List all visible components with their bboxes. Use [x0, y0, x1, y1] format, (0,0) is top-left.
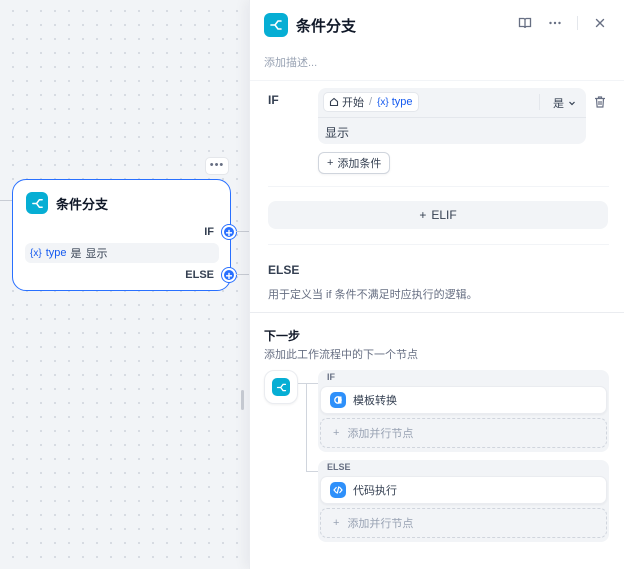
node-if-label: IF — [204, 226, 214, 238]
condition-variable-selector[interactable]: 开始 / {x} type — [323, 92, 419, 112]
variable-chip[interactable]: 开始 / {x} type — [323, 92, 419, 112]
panel-resize-handle[interactable] — [241, 390, 244, 410]
add-condition-label: 添加条件 — [337, 158, 382, 170]
template-icon — [330, 392, 346, 408]
operator-value: 是 — [553, 98, 564, 110]
variable-name: type — [391, 96, 413, 108]
close-icon[interactable] — [592, 15, 608, 31]
if-edge — [236, 231, 250, 232]
panel-header: 条件分支 — [264, 13, 356, 37]
divider — [539, 94, 540, 110]
panel-title: 条件分支 — [296, 17, 357, 35]
else-output-handle[interactable]: + — [222, 268, 236, 283]
add-parallel-label: 添加并行节点 — [347, 428, 414, 440]
chevron-down-icon — [569, 101, 575, 106]
else-description: 用于定义当 if 条件不满足时应执行的逻辑。 — [268, 289, 478, 301]
add-condition-button[interactable]: + 添加条件 — [318, 152, 391, 174]
incoming-edge — [0, 200, 12, 201]
plus-icon: + — [333, 427, 340, 439]
node-condition: {x} type 是 显示 — [25, 243, 219, 263]
divider — [268, 244, 609, 245]
elif-label: ELIF — [431, 208, 457, 222]
add-elif-button[interactable]: + ELIF — [268, 201, 608, 229]
trash-icon[interactable] — [593, 95, 607, 109]
more-icon[interactable] — [547, 15, 563, 31]
node-else-label: ELSE — [185, 269, 214, 281]
divider — [318, 117, 586, 118]
operator-select[interactable]: 是 — [553, 95, 576, 111]
plus-icon: + — [333, 517, 340, 529]
next-node-item[interactable]: 模板转换 — [320, 386, 607, 414]
workflow-canvas[interactable]: ••• 条件分支 IF {x} type 是 显示 ELSE + + — [0, 0, 250, 569]
condition-value: 显示 — [85, 248, 108, 260]
condition-row: 开始 / {x} type 是 显示 — [318, 88, 586, 144]
node-title: 条件分支 — [56, 196, 109, 212]
next-step-description: 添加此工作流程中的下一个节点 — [264, 349, 418, 361]
toolbar-divider — [577, 16, 578, 30]
else-section-label: ELSE — [268, 263, 300, 277]
plus-icon: + — [419, 208, 427, 222]
divider — [250, 80, 624, 88]
current-node-icon — [264, 370, 298, 404]
if-section-label: IF — [268, 93, 279, 107]
connector-line — [306, 383, 307, 471]
next-step-title: 下一步 — [264, 329, 301, 343]
branch-label: IF — [327, 372, 335, 382]
plus-icon: + — [327, 157, 334, 169]
node-header: 条件分支 — [26, 192, 108, 214]
home-icon — [329, 97, 339, 107]
branch-icon — [26, 192, 48, 214]
next-node-item[interactable]: 代码执行 — [320, 476, 607, 504]
next-branch-else: ELSE 代码执行 + 添加并行节点 — [318, 460, 609, 542]
next-node-name: 代码执行 — [353, 485, 397, 497]
panel-toolbar — [517, 15, 608, 31]
next-node-name: 模板转换 — [353, 395, 397, 407]
branch-icon — [264, 13, 288, 37]
divider — [250, 312, 624, 313]
divider — [268, 186, 609, 187]
variable-icon: {x} — [377, 96, 389, 108]
branch-icon — [272, 378, 290, 396]
variable-source: 开始 — [342, 97, 364, 109]
add-parallel-label: 添加并行节点 — [347, 518, 414, 530]
else-edge — [236, 274, 250, 275]
add-parallel-node-button[interactable]: + 添加并行节点 — [320, 418, 607, 448]
node-config-panel: 条件分支 添加描述... IF 开始 / {x} type 是 显示 + 添加条… — [249, 0, 624, 569]
branch-label: ELSE — [327, 462, 351, 472]
condition-variable: type — [45, 247, 67, 259]
condition-value-input[interactable]: 显示 — [325, 124, 349, 141]
description-input[interactable]: 添加描述... — [264, 54, 317, 70]
book-icon[interactable] — [517, 15, 533, 31]
next-branch-if: IF 模板转换 + 添加并行节点 — [318, 370, 609, 452]
if-else-node[interactable]: 条件分支 IF {x} type 是 显示 ELSE — [12, 179, 231, 291]
node-more-button[interactable]: ••• — [205, 157, 229, 175]
variable-icon: {x} — [30, 247, 42, 259]
condition-operator: 是 — [70, 248, 82, 260]
add-parallel-node-button[interactable]: + 添加并行节点 — [320, 508, 607, 538]
if-output-handle[interactable]: + — [222, 225, 236, 240]
code-icon — [330, 482, 346, 498]
